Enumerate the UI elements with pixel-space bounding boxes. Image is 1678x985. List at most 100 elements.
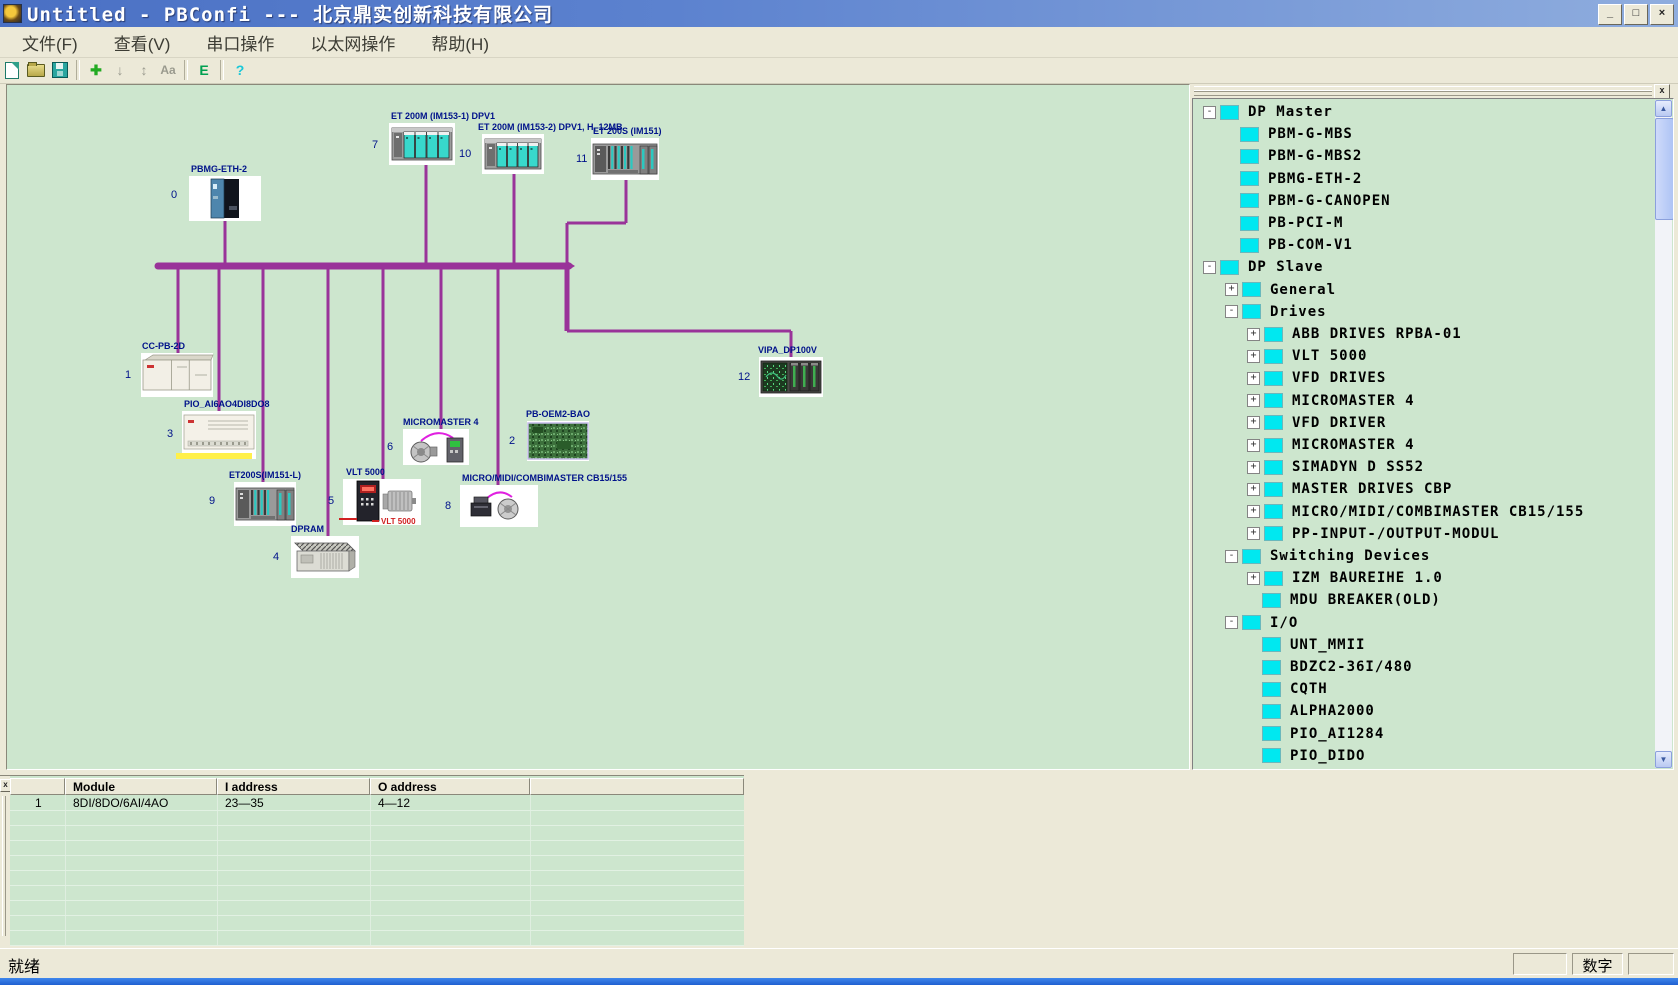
expand-icon[interactable]: +: [1247, 505, 1260, 518]
scroll-thumb[interactable]: [1655, 118, 1674, 220]
device-vlt-5000[interactable]: VLT 50005VLT 5000: [328, 467, 421, 526]
move-button[interactable]: ✚: [85, 59, 107, 81]
device-type-icon: [1264, 415, 1283, 430]
expand-icon[interactable]: +: [1247, 328, 1260, 341]
network-diagram-canvas[interactable]: PBMG-ETH-20 ET 200M (IM153-1) DPV17 ET 200…: [6, 84, 1190, 770]
new-file-button[interactable]: [1, 59, 23, 81]
panel-gripper[interactable]: [1194, 86, 1652, 96]
table-row[interactable]: [10, 855, 744, 871]
tree-item-pio-ai1284[interactable]: PIO_AI1284: [1247, 723, 1384, 745]
menu-item-3[interactable]: 以太网操作: [296, 28, 409, 57]
tree-item-pbmg-eth-2[interactable]: PBMG-ETH-2: [1225, 168, 1362, 190]
collapse-icon[interactable]: -: [1225, 550, 1238, 563]
tree-item-pp-input-output-modul[interactable]: +PP-INPUT-/OUTPUT-MODUL: [1247, 523, 1499, 545]
device-vipa-dp100v[interactable]: VIPA_DP100V12: [738, 345, 823, 397]
tree-item-pbm-g-mbs[interactable]: PBM-G-MBS: [1225, 123, 1353, 145]
menu-item-1[interactable]: 查看(V): [100, 28, 185, 57]
tree-item-alpha2000[interactable]: ALPHA2000: [1247, 700, 1375, 722]
column-header-o-address[interactable]: O address: [370, 778, 530, 795]
help-button[interactable]: ?: [229, 59, 251, 81]
open-file-button[interactable]: [25, 59, 47, 81]
updown-button[interactable]: ↕: [133, 59, 155, 81]
device-pio-ai6ao4di8do8[interactable]: PIO_AI6AO4DI8DO83: [167, 399, 270, 459]
device-pbmg-eth-2[interactable]: PBMG-ETH-20: [171, 164, 261, 221]
tree-item-mdu-breaker-old-[interactable]: MDU BREAKER(OLD): [1247, 589, 1441, 611]
tree-item-unt-mmii[interactable]: UNT_MMII: [1247, 634, 1365, 656]
expand-icon[interactable]: +: [1247, 572, 1260, 585]
tree-item-micro-midi-combimaster-cb15-155[interactable]: +MICRO/MIDI/COMBIMASTER CB15/155: [1247, 501, 1584, 523]
column-header-i-address[interactable]: I address: [217, 778, 370, 795]
device-et-200m-im153-1-dpv1[interactable]: ET 200M (IM153-1) DPV17: [372, 111, 495, 165]
tree-item-cqth[interactable]: CQTH: [1247, 678, 1328, 700]
tree-scrollbar[interactable]: ▲ ▼: [1655, 100, 1672, 768]
menu-item-0[interactable]: 文件(F): [8, 28, 92, 57]
table-row[interactable]: [10, 810, 744, 826]
scroll-down-icon[interactable]: ▼: [1655, 751, 1672, 768]
menu-item-4[interactable]: 帮助(H): [417, 28, 503, 57]
tree-item-micromaster-4[interactable]: +MICROMASTER 4: [1247, 434, 1415, 456]
tree-item-pio-dido[interactable]: PIO_DIDO: [1247, 745, 1365, 767]
tree-item-i-o[interactable]: -I/O: [1225, 612, 1298, 634]
minimize-button[interactable]: _: [1598, 4, 1622, 25]
table-row[interactable]: [10, 900, 744, 916]
tree-item-pb-pci-m[interactable]: PB-PCI-M: [1225, 212, 1343, 234]
tree-item-bdzc2-36i-480[interactable]: BDZC2-36I/480: [1247, 656, 1413, 678]
column-header-blank[interactable]: [530, 778, 744, 795]
tree-item-dp-master[interactable]: -DP Master: [1203, 101, 1333, 123]
tree-item-drives[interactable]: -Drives: [1225, 301, 1327, 323]
expand-icon[interactable]: +: [1247, 350, 1260, 363]
tree-item-vfd-driver[interactable]: +VFD DRIVER: [1247, 412, 1386, 434]
expand-icon[interactable]: +: [1247, 527, 1260, 540]
tree-item-abb-drives-rpba-01[interactable]: +ABB DRIVES RPBA-01: [1247, 323, 1462, 345]
save-file-button[interactable]: [49, 59, 71, 81]
tree-item-micromaster-4[interactable]: +MICROMASTER 4: [1247, 390, 1415, 412]
expand-icon[interactable]: +: [1247, 416, 1260, 429]
tree-item-izm-baureihe-1-0[interactable]: +IZM BAUREIHE 1.0: [1247, 567, 1443, 589]
table-row[interactable]: [10, 870, 744, 886]
device-pb-oem2-bao[interactable]: PB-OEM2-BAO2: [509, 409, 590, 461]
tree-item-vfd-drives[interactable]: +VFD DRIVES: [1247, 367, 1386, 389]
scroll-up-icon[interactable]: ▲: [1655, 100, 1672, 117]
tree-item-pb-com-v1[interactable]: PB-COM-V1: [1225, 234, 1353, 256]
expand-icon[interactable]: +: [1247, 439, 1260, 452]
table-row[interactable]: 18DI/8DO/6AI/4AO23—354—12: [10, 795, 744, 811]
tree-item-switching-devices[interactable]: -Switching Devices: [1225, 545, 1430, 567]
tree-item-pbm-g-canopen[interactable]: PBM-G-CANOPEN: [1225, 190, 1391, 212]
table-row[interactable]: [10, 930, 744, 946]
tree-item-vlt-5000[interactable]: +VLT 5000: [1247, 345, 1367, 367]
device-micro-midi-combimaster-cb15-155[interactable]: MICRO/MIDI/COMBIMASTER CB15/1558: [445, 473, 627, 527]
expand-icon[interactable]: +: [1247, 372, 1260, 385]
column-header-blank[interactable]: [10, 778, 65, 795]
device-et-200s-im151-[interactable]: ET 200S (IM151)11: [576, 126, 662, 180]
e-tool-button[interactable]: E: [193, 59, 215, 81]
collapse-icon[interactable]: -: [1225, 616, 1238, 629]
tree-item-dp-slave[interactable]: -DP Slave: [1203, 256, 1323, 278]
device-cc-pb-2d[interactable]: CC-PB-2D1: [125, 341, 213, 397]
table-pane-gripper[interactable]: x: [0, 776, 10, 946]
expand-icon[interactable]: +: [1247, 461, 1260, 474]
table-row[interactable]: [10, 915, 744, 931]
tree-item-pbm-g-mbs2[interactable]: PBM-G-MBS2: [1225, 145, 1362, 167]
table-row[interactable]: [10, 840, 744, 856]
collapse-icon[interactable]: -: [1203, 261, 1216, 274]
tree-item-master-drives-cbp[interactable]: +MASTER DRIVES CBP: [1247, 478, 1452, 500]
font-button[interactable]: Aa: [157, 59, 179, 81]
tree-panel-close-icon[interactable]: x: [1654, 84, 1670, 99]
download-button[interactable]: ↓: [109, 59, 131, 81]
collapse-icon[interactable]: -: [1225, 305, 1238, 318]
expand-icon[interactable]: +: [1247, 483, 1260, 496]
tree-item-general[interactable]: +General: [1225, 279, 1336, 301]
close-button[interactable]: ×: [1650, 4, 1674, 25]
column-header-module[interactable]: Module: [65, 778, 217, 795]
table-row[interactable]: [10, 885, 744, 901]
expand-icon[interactable]: +: [1247, 394, 1260, 407]
device-dpram[interactable]: DPRAM4: [273, 524, 359, 578]
table-row[interactable]: [10, 825, 744, 841]
tree-item-simadyn-d-ss52[interactable]: +SIMADYN D SS52: [1247, 456, 1424, 478]
menu-item-2[interactable]: 串口操作: [192, 28, 288, 57]
device-micromaster-4[interactable]: MICROMASTER 46: [387, 417, 479, 465]
maximize-button[interactable]: □: [1624, 4, 1648, 25]
device-et200s-im151-l-[interactable]: ET200S(IM151-L)9: [209, 470, 301, 526]
expand-icon[interactable]: +: [1225, 283, 1238, 296]
collapse-icon[interactable]: -: [1203, 106, 1216, 119]
